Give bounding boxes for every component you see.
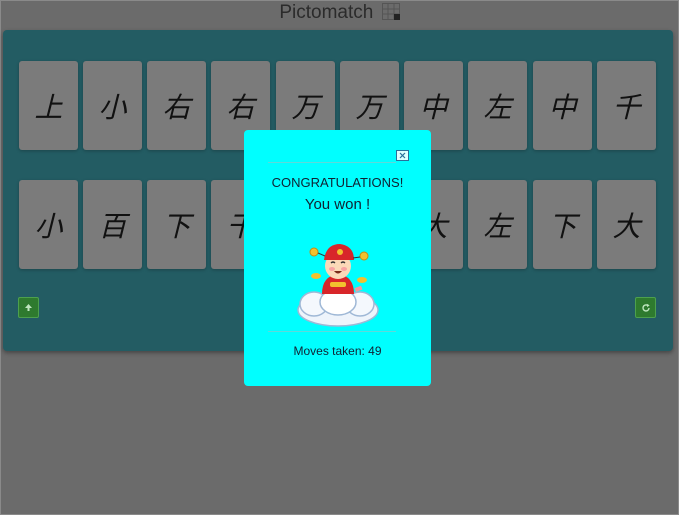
card[interactable]: 中 [533, 61, 592, 150]
close-button[interactable] [396, 150, 409, 161]
dialog-divider [268, 162, 396, 163]
arrow-up-icon [25, 304, 32, 311]
win-dialog: CONGRATULATIONS! You won ! Moves taken: … [244, 130, 431, 386]
restart-icon [641, 303, 650, 312]
card[interactable]: 百 [83, 180, 142, 269]
card[interactable]: 小 [19, 180, 78, 269]
close-icon [399, 152, 406, 159]
dialog-subheading: You won ! [304, 196, 371, 213]
card[interactable]: 左 [468, 180, 527, 269]
wealth-god-illustration [297, 244, 379, 327]
dialog-heading: CONGRATULATIONS! [271, 175, 404, 190]
card[interactable]: 上 [19, 61, 78, 150]
app-title-text: Pictomatch [279, 2, 374, 23]
moves-count: Moves taken: 49 [293, 344, 382, 358]
card[interactable]: 下 [147, 180, 206, 269]
card[interactable]: 千 [597, 61, 656, 150]
hint-button[interactable] [18, 297, 39, 318]
restart-button[interactable] [635, 297, 656, 318]
app-title: Pictomatch [0, 2, 679, 24]
grid-icon [381, 3, 400, 20]
card[interactable]: 小 [83, 61, 142, 150]
card[interactable]: 左 [468, 61, 527, 150]
card[interactable]: 右 [147, 61, 206, 150]
card[interactable]: 下 [533, 180, 592, 269]
dialog-divider [268, 331, 396, 332]
card[interactable]: 大 [597, 180, 656, 269]
